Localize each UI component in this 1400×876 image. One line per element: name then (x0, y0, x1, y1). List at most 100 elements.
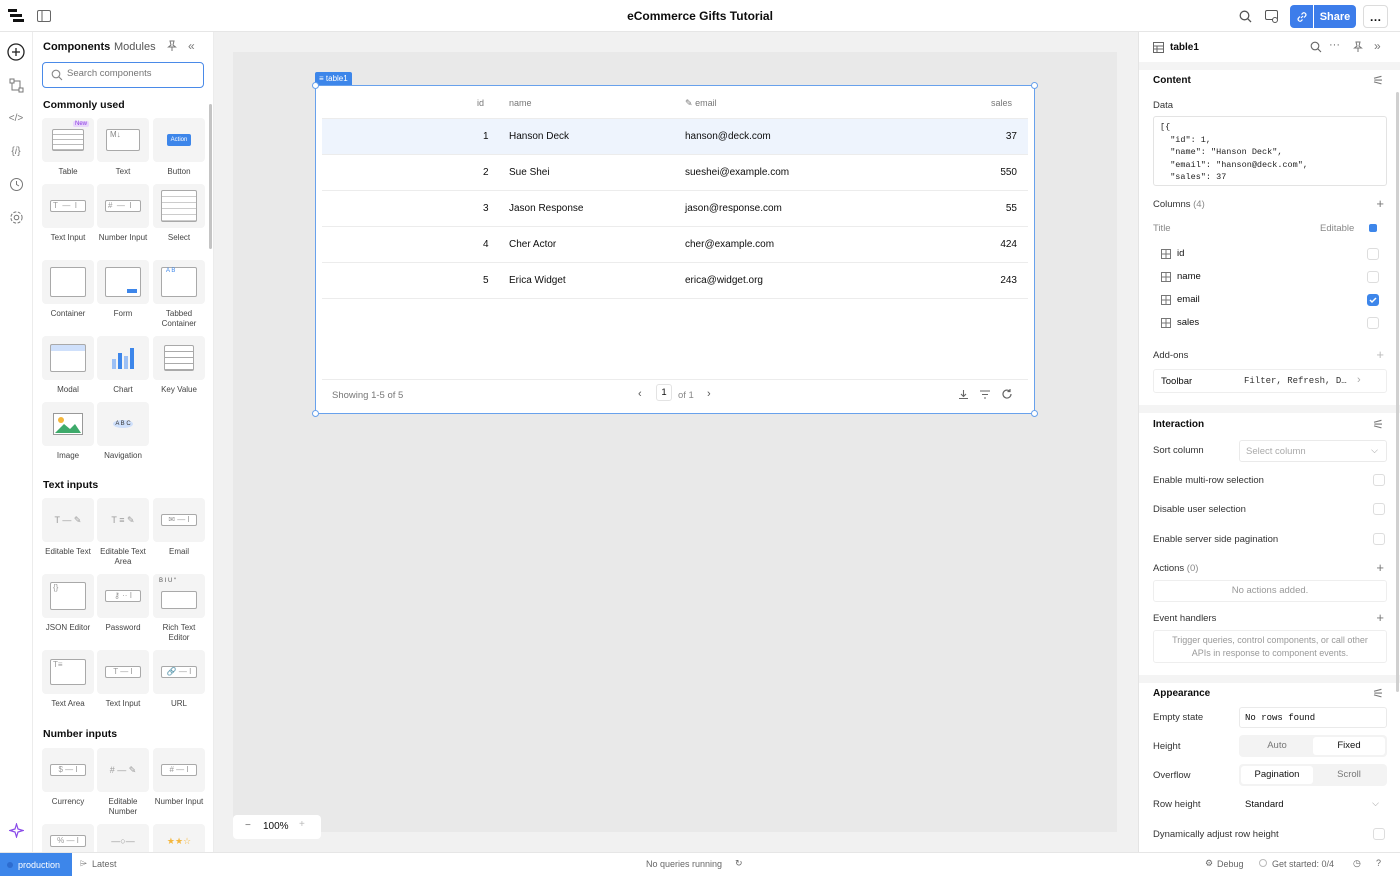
filter-icon[interactable] (979, 389, 991, 400)
editable-checkbox-sales[interactable] (1367, 317, 1379, 329)
pin-icon[interactable] (1352, 41, 1364, 53)
component-chart[interactable]: Chart (96, 336, 150, 395)
more-icon[interactable]: ··· (1329, 39, 1340, 51)
component-url[interactable]: 🔗 — I URL (152, 650, 206, 709)
share-button[interactable]: Share (1314, 5, 1356, 28)
add-component-icon[interactable] (6, 42, 26, 62)
tree-icon[interactable] (6, 75, 26, 95)
code-icon[interactable]: </> (6, 108, 26, 128)
component-table[interactable]: New Table (41, 118, 95, 177)
height-fixed[interactable]: Fixed (1313, 737, 1385, 755)
search-icon[interactable] (1310, 41, 1322, 53)
column-item-email[interactable]: email (1153, 289, 1389, 311)
environment-selector[interactable]: production (0, 853, 72, 876)
component-editable-number[interactable]: # — ✎ Editable Number (96, 748, 150, 817)
table-row[interactable]: 1 Hanson Deck hanson@deck.com 37 (322, 119, 1028, 155)
component-select[interactable]: Select (152, 184, 206, 243)
state-icon[interactable]: {𝑖} (6, 141, 26, 161)
component-text-input-2[interactable]: T — I Text Input (96, 650, 150, 709)
component-number-input-2[interactable]: # — I Number Input (152, 748, 206, 807)
dynamic-row-height-checkbox[interactable] (1373, 828, 1385, 840)
next-page-icon[interactable]: › (707, 388, 711, 400)
editable-checkbox-id[interactable] (1367, 248, 1379, 260)
component-name[interactable]: table1 (1170, 42, 1199, 53)
component-navigation[interactable]: A B C Navigation (96, 402, 150, 461)
component-search[interactable] (42, 62, 204, 88)
help-icon[interactable]: ? (1376, 858, 1381, 868)
zoom-level[interactable]: 100% (263, 821, 289, 832)
tab-modules[interactable]: Modules (114, 41, 156, 53)
component-text[interactable]: M↓ Text (96, 118, 150, 177)
column-header-name[interactable]: name (509, 98, 532, 108)
search-input[interactable] (67, 68, 197, 79)
section-settings-icon[interactable]: ⚟ (1372, 687, 1384, 700)
component-image[interactable]: Image (41, 402, 95, 461)
component-button[interactable]: Action Button (152, 118, 206, 177)
resize-handle[interactable] (1031, 82, 1038, 89)
resize-handle[interactable] (312, 410, 319, 417)
editable-checkbox-name[interactable] (1367, 271, 1379, 283)
component-slider[interactable]: —○— (96, 824, 150, 852)
editable-checkbox-email[interactable] (1367, 294, 1379, 306)
component-percent[interactable]: % — I (41, 824, 95, 852)
component-editable-text-area[interactable]: T ≡ ✎ Editable Text Area (96, 498, 150, 567)
add-event-handler-icon[interactable]: + (1376, 611, 1384, 624)
assist-sparkle-icon[interactable] (6, 820, 26, 840)
refresh-icon[interactable]: ↻ (735, 858, 743, 869)
table-row[interactable]: 3 Jason Response jason@response.com 55 (322, 191, 1028, 227)
height-toggle[interactable]: Auto Fixed (1239, 735, 1387, 757)
download-icon[interactable] (958, 389, 969, 400)
component-text-input[interactable]: T — I Text Input (41, 184, 95, 243)
component-form[interactable]: Form (96, 260, 150, 319)
resize-handle[interactable] (312, 82, 319, 89)
multi-row-checkbox[interactable] (1373, 474, 1385, 486)
disable-selection-checkbox[interactable] (1373, 503, 1385, 515)
data-editor[interactable]: [{ "id": 1, "name": "Hanson Deck", "emai… (1153, 116, 1387, 186)
section-settings-icon[interactable]: ⚟ (1372, 418, 1384, 431)
component-email[interactable]: ✉ — I Email (152, 498, 206, 557)
sort-column-select[interactable]: Select column ⌵ (1239, 440, 1387, 462)
collapse-inspector-icon[interactable]: » (1374, 39, 1381, 53)
column-header-id[interactable]: id (477, 98, 484, 108)
editable-all-checkbox[interactable] (1369, 224, 1377, 232)
column-item-name[interactable]: name (1153, 266, 1389, 288)
component-password[interactable]: ⚷ ·· I Password (96, 574, 150, 633)
branch-label[interactable]: Latest (92, 859, 117, 869)
zoom-in-button[interactable]: + (299, 819, 305, 830)
table1[interactable]: id name ✎ email sales 1 Hanson Deck hans… (322, 92, 1028, 408)
add-action-icon[interactable]: + (1376, 561, 1384, 574)
get-started-button[interactable]: Get started: 0/4 (1272, 859, 1334, 869)
component-text-area[interactable]: T≡ Text Area (41, 650, 95, 709)
component-container[interactable]: Container (41, 260, 95, 319)
section-settings-icon[interactable]: ⚟ (1372, 74, 1384, 87)
component-rating[interactable]: ★★☆ (152, 824, 206, 852)
column-header-sales[interactable]: sales (991, 98, 1012, 108)
pin-icon[interactable] (166, 40, 178, 52)
column-item-sales[interactable]: sales (1153, 312, 1389, 334)
search-icon[interactable] (1236, 7, 1254, 25)
refresh-icon[interactable] (1001, 388, 1013, 400)
retool-logo-icon[interactable] (7, 7, 25, 25)
component-number-input[interactable]: # — I Number Input (96, 184, 150, 243)
history-icon[interactable] (6, 174, 26, 194)
inspector-scrollbar[interactable] (1396, 92, 1399, 692)
table-row[interactable]: 4 Cher Actor cher@example.com 424 (322, 227, 1028, 263)
tab-components[interactable]: Components (43, 41, 110, 53)
page-input[interactable]: 1 (656, 384, 672, 401)
component-editable-text[interactable]: T — ✎ Editable Text (41, 498, 95, 557)
height-auto[interactable]: Auto (1241, 737, 1313, 755)
component-json-editor[interactable]: {} JSON Editor (41, 574, 95, 633)
table-row[interactable]: 5 Erica Widget erica@widget.org 243 (322, 263, 1028, 299)
resize-handle[interactable] (1031, 410, 1038, 417)
add-column-icon[interactable]: + (1376, 197, 1384, 210)
toolbar-addon[interactable]: Toolbar Filter, Refresh, D… › (1153, 369, 1387, 393)
component-currency[interactable]: $ — I Currency (41, 748, 95, 807)
overflow-scroll[interactable]: Scroll (1313, 766, 1385, 784)
prev-page-icon[interactable]: ‹ (638, 388, 642, 400)
settings-icon[interactable] (6, 207, 26, 227)
component-tabbed-container[interactable]: A B Tabbed Container (152, 260, 206, 329)
component-rich-text-editor[interactable]: B I U “ Rich Text Editor (152, 574, 206, 643)
add-addon-icon[interactable]: + (1376, 348, 1384, 361)
overflow-toggle[interactable]: Pagination Scroll (1239, 764, 1387, 786)
preview-icon[interactable] (1263, 7, 1281, 25)
